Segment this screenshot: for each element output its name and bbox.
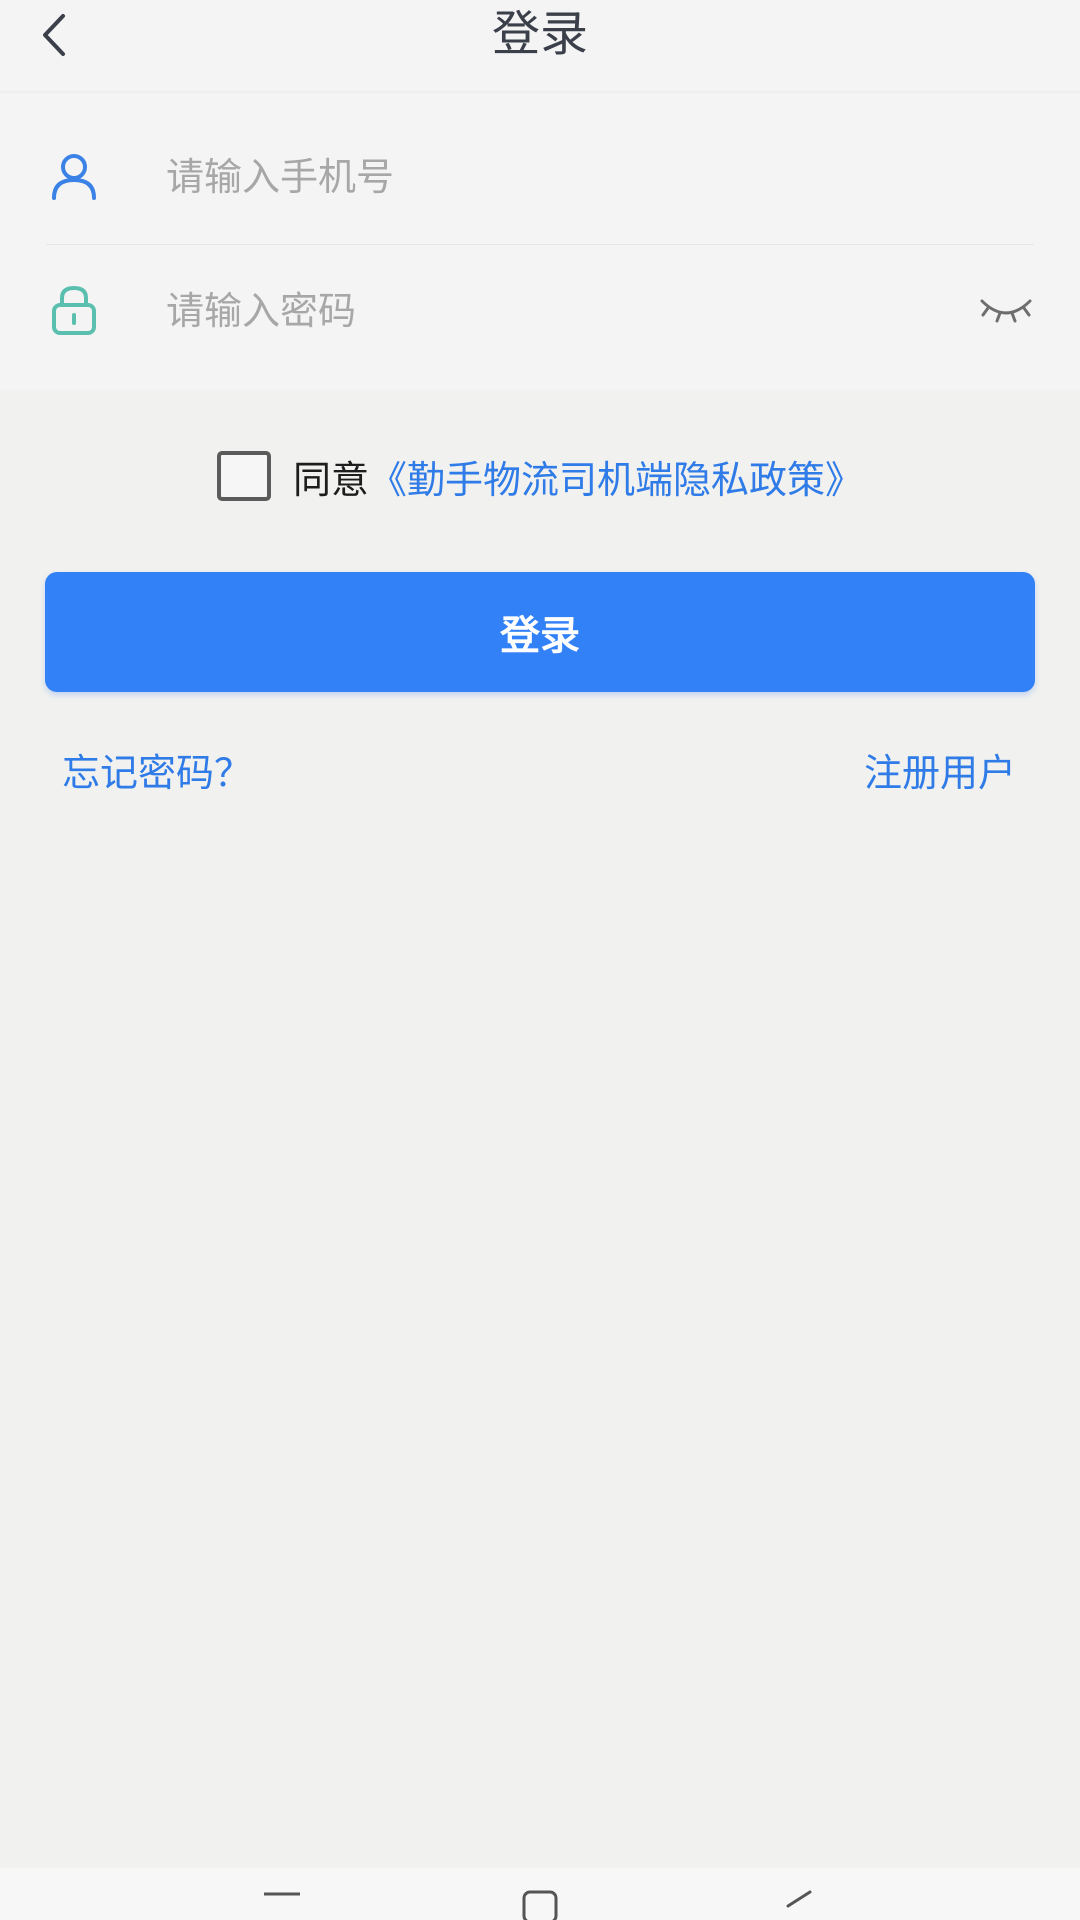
field-divider (46, 244, 1034, 245)
lock-icon (46, 282, 102, 338)
eye-closed-icon (980, 299, 1032, 323)
agree-label: 同意 (292, 457, 369, 502)
password-field-row (0, 246, 1080, 380)
menu-icon (264, 1892, 300, 1896)
home-square-icon (522, 1890, 558, 1920)
toggle-password-visibility-button[interactable] (976, 290, 1036, 330)
phone-input[interactable] (166, 142, 946, 212)
back-triangle-icon (786, 1890, 812, 1908)
forgot-password-link[interactable]: 忘记密码？ (62, 748, 252, 798)
privacy-policy-link[interactable]: 《勤手物流司机端隐私政策》 (369, 449, 863, 504)
password-input[interactable] (166, 276, 946, 346)
login-form (0, 94, 1080, 390)
register-link[interactable]: 注册用户 (864, 748, 1016, 798)
nav-back-button[interactable] (780, 1888, 820, 1920)
login-screen: 登录 请输入手机号 同意 《勤手物流司机端隐私政策》 登录 忘记密码？ 注册用户 (0, 0, 1080, 1920)
header-bar: 登录 (0, 0, 1080, 92)
user-icon (46, 148, 102, 204)
page-title: 登录 (491, 6, 588, 62)
nav-home-button[interactable] (520, 1888, 560, 1920)
nav-menu-button[interactable] (262, 1888, 302, 1920)
phone-field-row (0, 112, 1080, 246)
login-button[interactable]: 登录 (45, 572, 1035, 692)
system-nav-bar (0, 1868, 1080, 1920)
agreement-row: 同意 《勤手物流司机端隐私政策》 (0, 446, 1080, 506)
agreement-checkbox[interactable] (216, 451, 271, 501)
